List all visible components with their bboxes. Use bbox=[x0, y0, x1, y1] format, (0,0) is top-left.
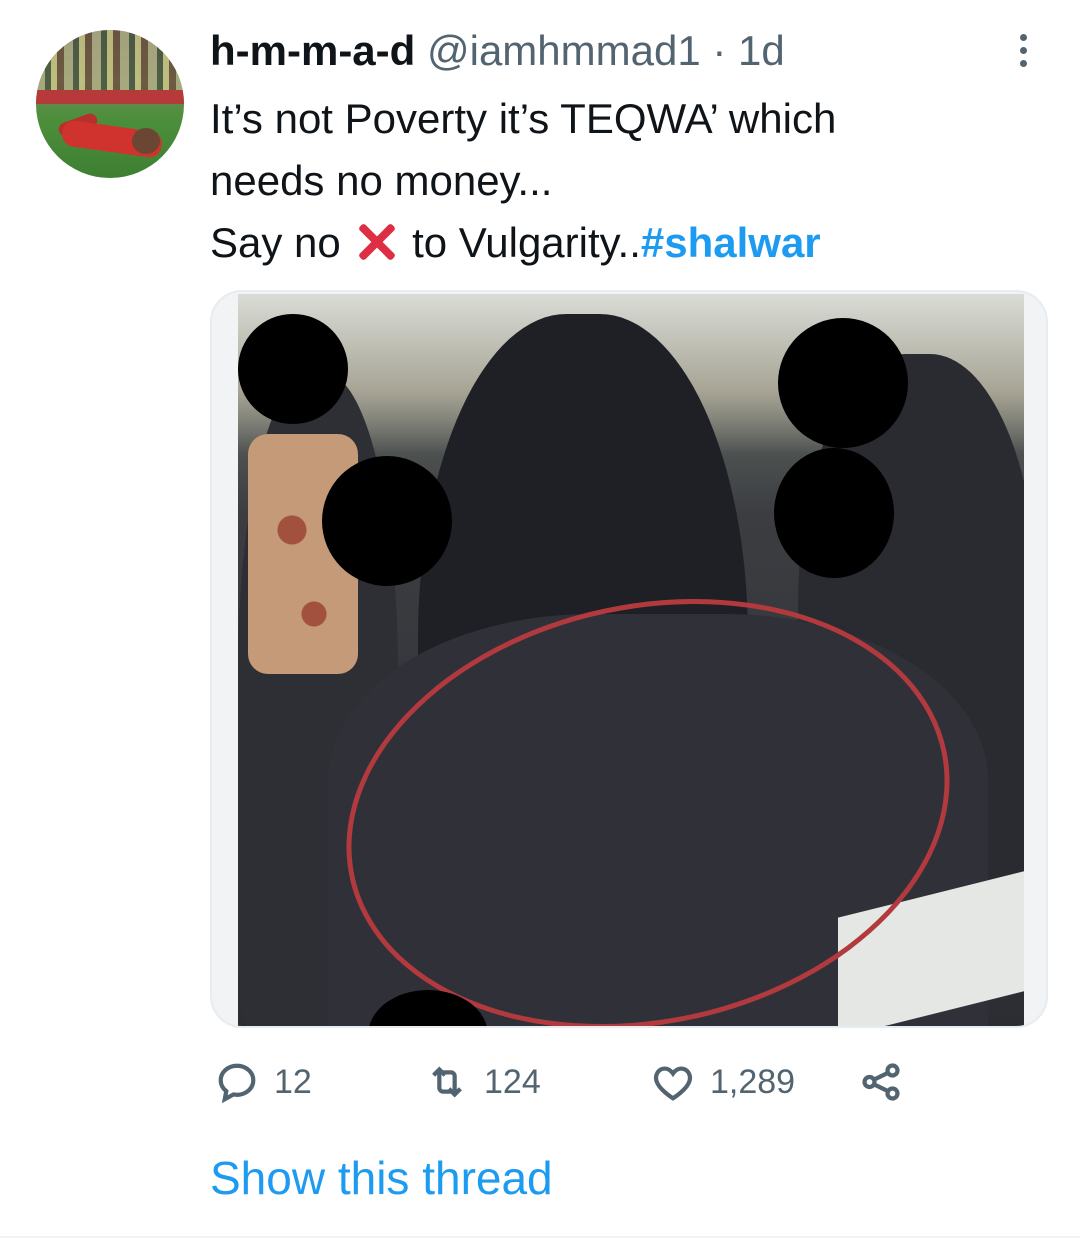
tweet-text-line: needs no money... bbox=[210, 157, 553, 204]
more-dot bbox=[1019, 59, 1027, 67]
tweet-header: h-m-m-a-d @iamhmmad1 · 1d bbox=[210, 26, 785, 76]
avatar-ad-board bbox=[36, 90, 184, 104]
retweet-button[interactable]: 124 bbox=[424, 1056, 541, 1108]
like-icon bbox=[653, 1066, 693, 1101]
like-button[interactable]: 1,289 bbox=[650, 1056, 795, 1108]
more-horizontal-icon[interactable] bbox=[1000, 30, 1046, 70]
tweet-text-line: It’s not Poverty it’s TEQWA’ which bbox=[210, 95, 837, 142]
share-button[interactable] bbox=[858, 1056, 904, 1108]
avatar-player-head bbox=[132, 128, 160, 154]
hashtag-link[interactable]: #shalwar bbox=[641, 219, 821, 266]
tweet-text-line: Say no to Vulgarity..#shalwar bbox=[210, 212, 1030, 274]
face-censor-blot bbox=[774, 448, 894, 578]
header-separator: · bbox=[712, 27, 727, 74]
reply-button[interactable]: 12 bbox=[214, 1056, 312, 1108]
cross-mark-emoji-icon bbox=[356, 221, 396, 261]
face-censor-blot bbox=[322, 456, 452, 586]
like-count: 1,289 bbox=[710, 1062, 796, 1101]
tweet-text-segment: to Vulgarity.. bbox=[400, 219, 641, 266]
tweet-timestamp[interactable]: 1d bbox=[738, 27, 785, 74]
reply-icon bbox=[218, 1063, 256, 1104]
author-handle[interactable]: @iamhmmad1 bbox=[427, 27, 701, 74]
face-censor-blot bbox=[238, 314, 348, 424]
author-name[interactable]: h-m-m-a-d bbox=[210, 27, 415, 74]
more-dot bbox=[1019, 46, 1027, 54]
divider bbox=[0, 1236, 1080, 1238]
face-censor-blot bbox=[778, 318, 908, 448]
retweet-icon bbox=[432, 1066, 462, 1098]
tweet-text: It’s not Poverty it’s TEQWA’ which needs… bbox=[210, 88, 1030, 274]
share-icon bbox=[862, 1063, 900, 1101]
tweet-actions: 12 124 1,289 bbox=[210, 1056, 970, 1108]
avatar-background bbox=[36, 30, 184, 90]
retweet-count: 124 bbox=[484, 1062, 541, 1101]
tweet-media[interactable] bbox=[210, 290, 1048, 1028]
reply-count: 12 bbox=[274, 1062, 312, 1101]
tweet-photo[interactable] bbox=[238, 294, 1024, 1026]
tweet-text-segment: Say no bbox=[210, 219, 353, 266]
author-avatar[interactable] bbox=[36, 30, 184, 178]
show-thread-link[interactable]: Show this thread bbox=[210, 1150, 553, 1206]
more-dot bbox=[1019, 33, 1027, 41]
